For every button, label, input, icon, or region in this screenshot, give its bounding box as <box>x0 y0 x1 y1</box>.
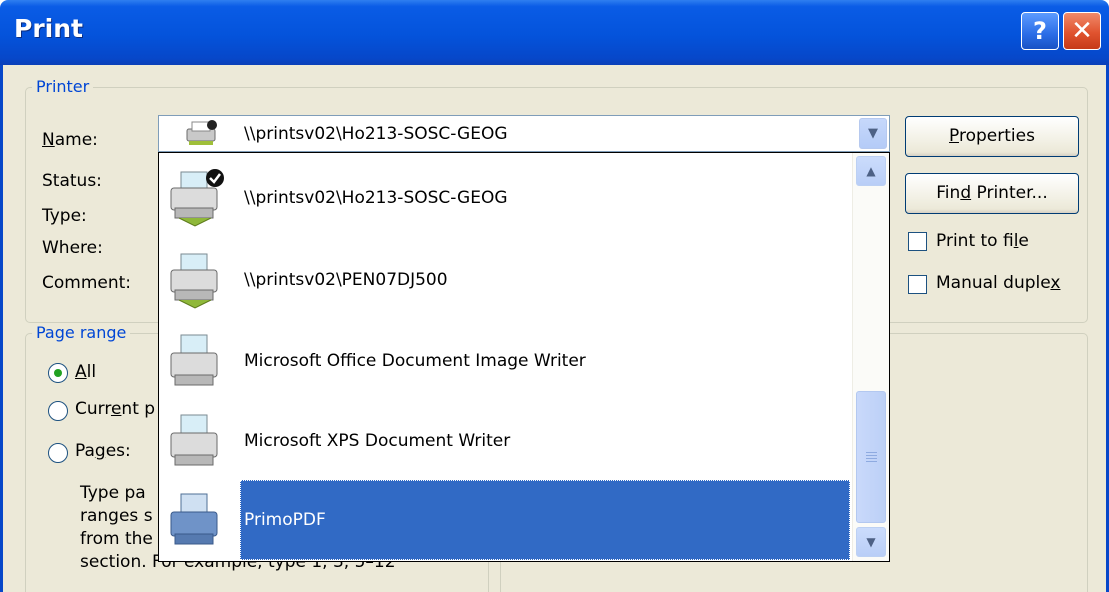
list-item[interactable]: \\printsv02\PEN07DJ500 <box>159 240 851 322</box>
title-bar[interactable]: Print ? ✕ <box>0 0 1109 65</box>
list-item-label: Microsoft Office Document Image Writer <box>244 351 586 371</box>
dropdown-scrollbar[interactable]: ▲ ▼ <box>852 153 889 561</box>
scroll-thumb[interactable] <box>856 391 886 523</box>
current-page-label[interactable]: Current p <box>75 399 155 419</box>
all-label[interactable]: All <box>75 362 96 382</box>
chevron-up-icon: ▲ <box>866 164 876 178</box>
combo-dropdown-button[interactable]: ▼ <box>859 118 887 149</box>
list-item-label: \\printsv02\PEN07DJ500 <box>244 270 448 290</box>
pages-radio[interactable] <box>48 443 68 463</box>
manual-duplex-checkbox[interactable] <box>908 275 927 294</box>
selection-highlight <box>240 480 850 560</box>
printer-name-combo[interactable]: \\printsv02\Ho213-SOSC-GEOG ▼ <box>158 115 890 152</box>
pages-label[interactable]: Pages: <box>75 441 131 461</box>
find-printer-button[interactable]: Find Printer... <box>905 173 1079 214</box>
printer-network-default-icon <box>186 120 217 145</box>
printer-icon <box>170 493 218 545</box>
printer-icon <box>170 334 218 386</box>
list-item-label: PrimoPDF <box>244 510 326 530</box>
where-label: Where: <box>42 238 103 258</box>
page-range-hint-line: ranges s <box>80 506 153 526</box>
list-item[interactable]: Microsoft Office Document Image Writer <box>159 321 851 403</box>
list-item[interactable]: Microsoft XPS Document Writer <box>159 401 851 483</box>
page-range-hint-line: from the <box>80 529 153 549</box>
list-item-selected[interactable]: PrimoPDF <box>159 480 851 561</box>
close-icon: ✕ <box>1071 16 1093 46</box>
properties-button[interactable]: Properties <box>905 116 1079 157</box>
printer-network-default-icon <box>170 169 224 227</box>
selected-printer-text: \\printsv02\Ho213-SOSC-GEOG <box>244 124 508 144</box>
current-page-radio[interactable] <box>48 401 68 421</box>
all-radio[interactable] <box>48 363 68 383</box>
page-range-legend: Page range <box>32 323 131 342</box>
printer-network-icon <box>170 253 218 309</box>
print-to-file-checkbox[interactable] <box>908 232 927 251</box>
list-item[interactable]: \\printsv02\Ho213-SOSC-GEOG <box>159 158 851 240</box>
page-range-hint-cut <box>80 583 380 592</box>
close-button[interactable]: ✕ <box>1063 12 1101 50</box>
list-item-label: \\printsv02\Ho213-SOSC-GEOG <box>244 188 508 208</box>
comment-label: Comment: <box>42 273 132 293</box>
chevron-down-icon: ▼ <box>868 126 878 141</box>
page-range-hint-line: Type pa <box>80 483 146 503</box>
print-dialog: Print ? ✕ Printer Name: Status: Type: Wh… <box>0 0 1109 592</box>
scroll-up-button[interactable]: ▲ <box>856 156 886 186</box>
dialog-title: Print <box>14 14 83 43</box>
name-label: Name: <box>42 130 98 150</box>
print-to-file-label[interactable]: Print to file <box>936 231 1029 251</box>
printer-dropdown-list[interactable]: \\printsv02\Ho213-SOSC-GEOG \\printsv02\… <box>158 152 890 562</box>
help-button[interactable]: ? <box>1021 12 1059 50</box>
manual-duplex-label[interactable]: Manual duplex <box>936 273 1060 293</box>
printer-icon <box>170 414 218 466</box>
type-label: Type: <box>42 206 87 226</box>
list-item-label: Microsoft XPS Document Writer <box>244 431 511 451</box>
status-label: Status: <box>42 171 102 191</box>
chevron-down-icon: ▼ <box>866 535 876 549</box>
scroll-down-button[interactable]: ▼ <box>856 527 886 557</box>
help-icon: ? <box>1033 17 1047 45</box>
printer-group-legend: Printer <box>32 77 94 96</box>
